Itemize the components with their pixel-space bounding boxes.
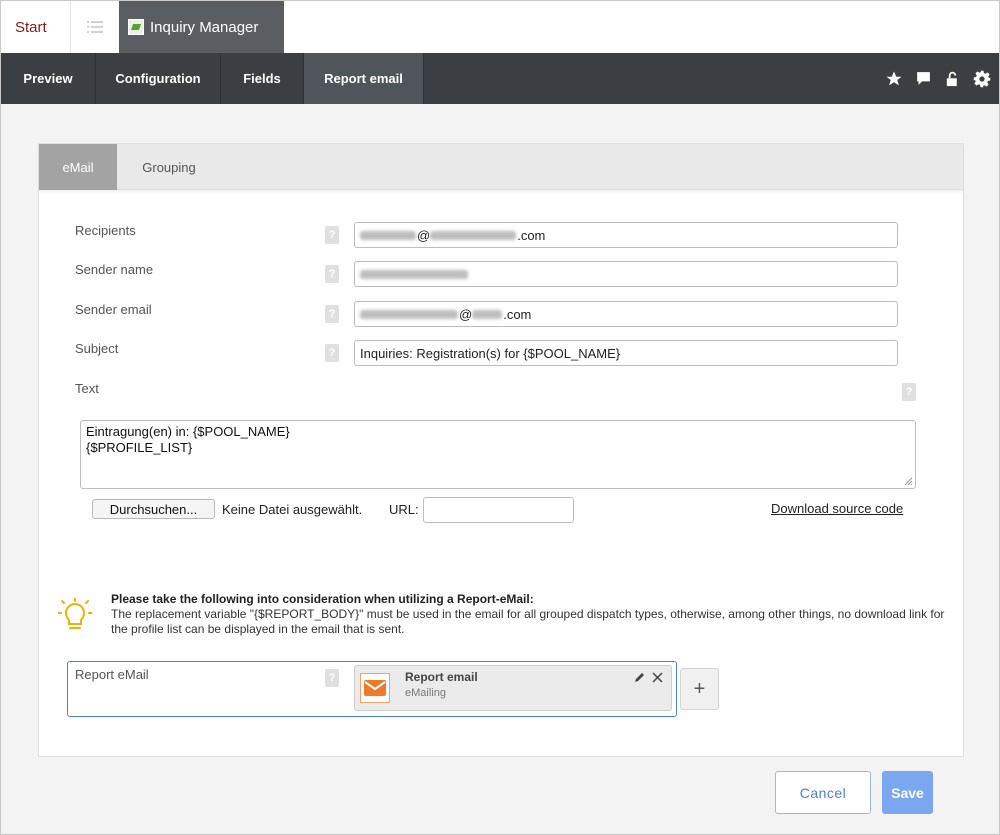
cancel-button[interactable]: Cancel (775, 771, 871, 814)
download-source-link[interactable]: Download source code (771, 501, 903, 516)
text-body-textarea[interactable]: Eintragung(en) in: {$POOL_NAME} {$PROFIL… (80, 420, 916, 489)
inquiry-manager-icon (128, 19, 144, 35)
text-label: Text (75, 381, 99, 396)
star-icon[interactable] (885, 70, 903, 88)
report-hint: Please take the following into considera… (111, 592, 951, 637)
close-icon[interactable] (652, 670, 663, 688)
sender-name-input[interactable] (354, 261, 898, 287)
nav-configuration[interactable]: Configuration (96, 53, 221, 104)
tab-email[interactable]: eMail (39, 144, 117, 190)
save-button[interactable]: Save (882, 771, 933, 814)
nav-fields[interactable]: Fields (221, 53, 304, 104)
nav-report-email[interactable]: Report email (304, 53, 424, 104)
lightbulb-icon (58, 598, 92, 629)
text-help-icon[interactable]: ? (902, 383, 916, 401)
card-tabs: eMail Grouping (39, 144, 963, 190)
text-body-line: {$PROFILE_LIST} (86, 440, 193, 455)
nav-toolbar (885, 53, 991, 104)
report-item-subtitle: eMailing (405, 687, 446, 699)
subject-help-icon[interactable]: ? (325, 344, 339, 362)
nav-preview[interactable]: Preview (1, 53, 96, 104)
tab-grouping[interactable]: Grouping (117, 144, 221, 190)
redacted-text (360, 230, 416, 240)
sender-email-at: @ (459, 306, 473, 322)
report-email-card: eMail Grouping Recipients ? @ .com Sender… (38, 143, 964, 757)
comment-icon[interactable] (915, 70, 932, 87)
redacted-text (472, 309, 503, 319)
mail-icon (360, 673, 390, 703)
report-email-item[interactable]: Report email eMailing (354, 665, 672, 711)
url-label: URL: (389, 502, 419, 517)
redacted-text (430, 230, 517, 240)
sender-name-help-icon[interactable]: ? (325, 265, 339, 283)
text-body-line: Eintragung(en) in: {$POOL_NAME} (86, 424, 290, 439)
sender-email-label: Sender email (75, 302, 152, 317)
app-title: Inquiry Manager (150, 18, 259, 36)
report-item-actions (634, 670, 663, 688)
report-email-label: Report eMail (75, 667, 149, 682)
app-tab-inquiry-manager[interactable]: Inquiry Manager (119, 1, 284, 53)
browse-button[interactable]: Durchsuchen... (92, 499, 215, 519)
redacted-text (360, 309, 458, 319)
list-icon[interactable] (71, 1, 119, 53)
top-bar: Start Inquiry Manager (1, 1, 999, 53)
report-item-title: Report email (405, 670, 478, 684)
sender-email-help-icon[interactable]: ? (325, 305, 339, 323)
recipients-at: @ (417, 227, 431, 243)
url-input[interactable] (423, 497, 574, 523)
start-tab[interactable]: Start (1, 1, 71, 53)
recipients-help-icon[interactable]: ? (325, 226, 339, 244)
gear-icon[interactable] (973, 70, 991, 88)
report-email-help-icon[interactable]: ? (325, 669, 339, 687)
recipients-label: Recipients (75, 223, 136, 238)
no-file-text: Keine Datei ausgewählt. (222, 502, 363, 517)
subject-label: Subject (75, 341, 119, 356)
recipients-input[interactable]: @ .com (354, 222, 898, 248)
resize-handle-icon[interactable] (903, 476, 913, 486)
unlock-icon[interactable] (944, 70, 961, 88)
sender-email-domain: .com (503, 306, 532, 322)
hint-title: Please take the following into considera… (111, 592, 534, 606)
sender-name-label: Sender name (75, 262, 154, 277)
sender-email-input[interactable]: @ .com (354, 301, 898, 327)
edit-pencil-icon[interactable] (634, 670, 646, 688)
hint-body: The replacement variable "{$REPORT_BODY}… (111, 607, 945, 636)
redacted-text (360, 269, 468, 279)
subject-input[interactable]: Inquiries: Registration(s) for {$POOL_NA… (354, 340, 898, 366)
recipients-domain: .com (517, 227, 546, 243)
add-report-button[interactable]: + (680, 668, 719, 710)
module-nav: Preview Configuration Fields Report emai… (1, 53, 999, 104)
